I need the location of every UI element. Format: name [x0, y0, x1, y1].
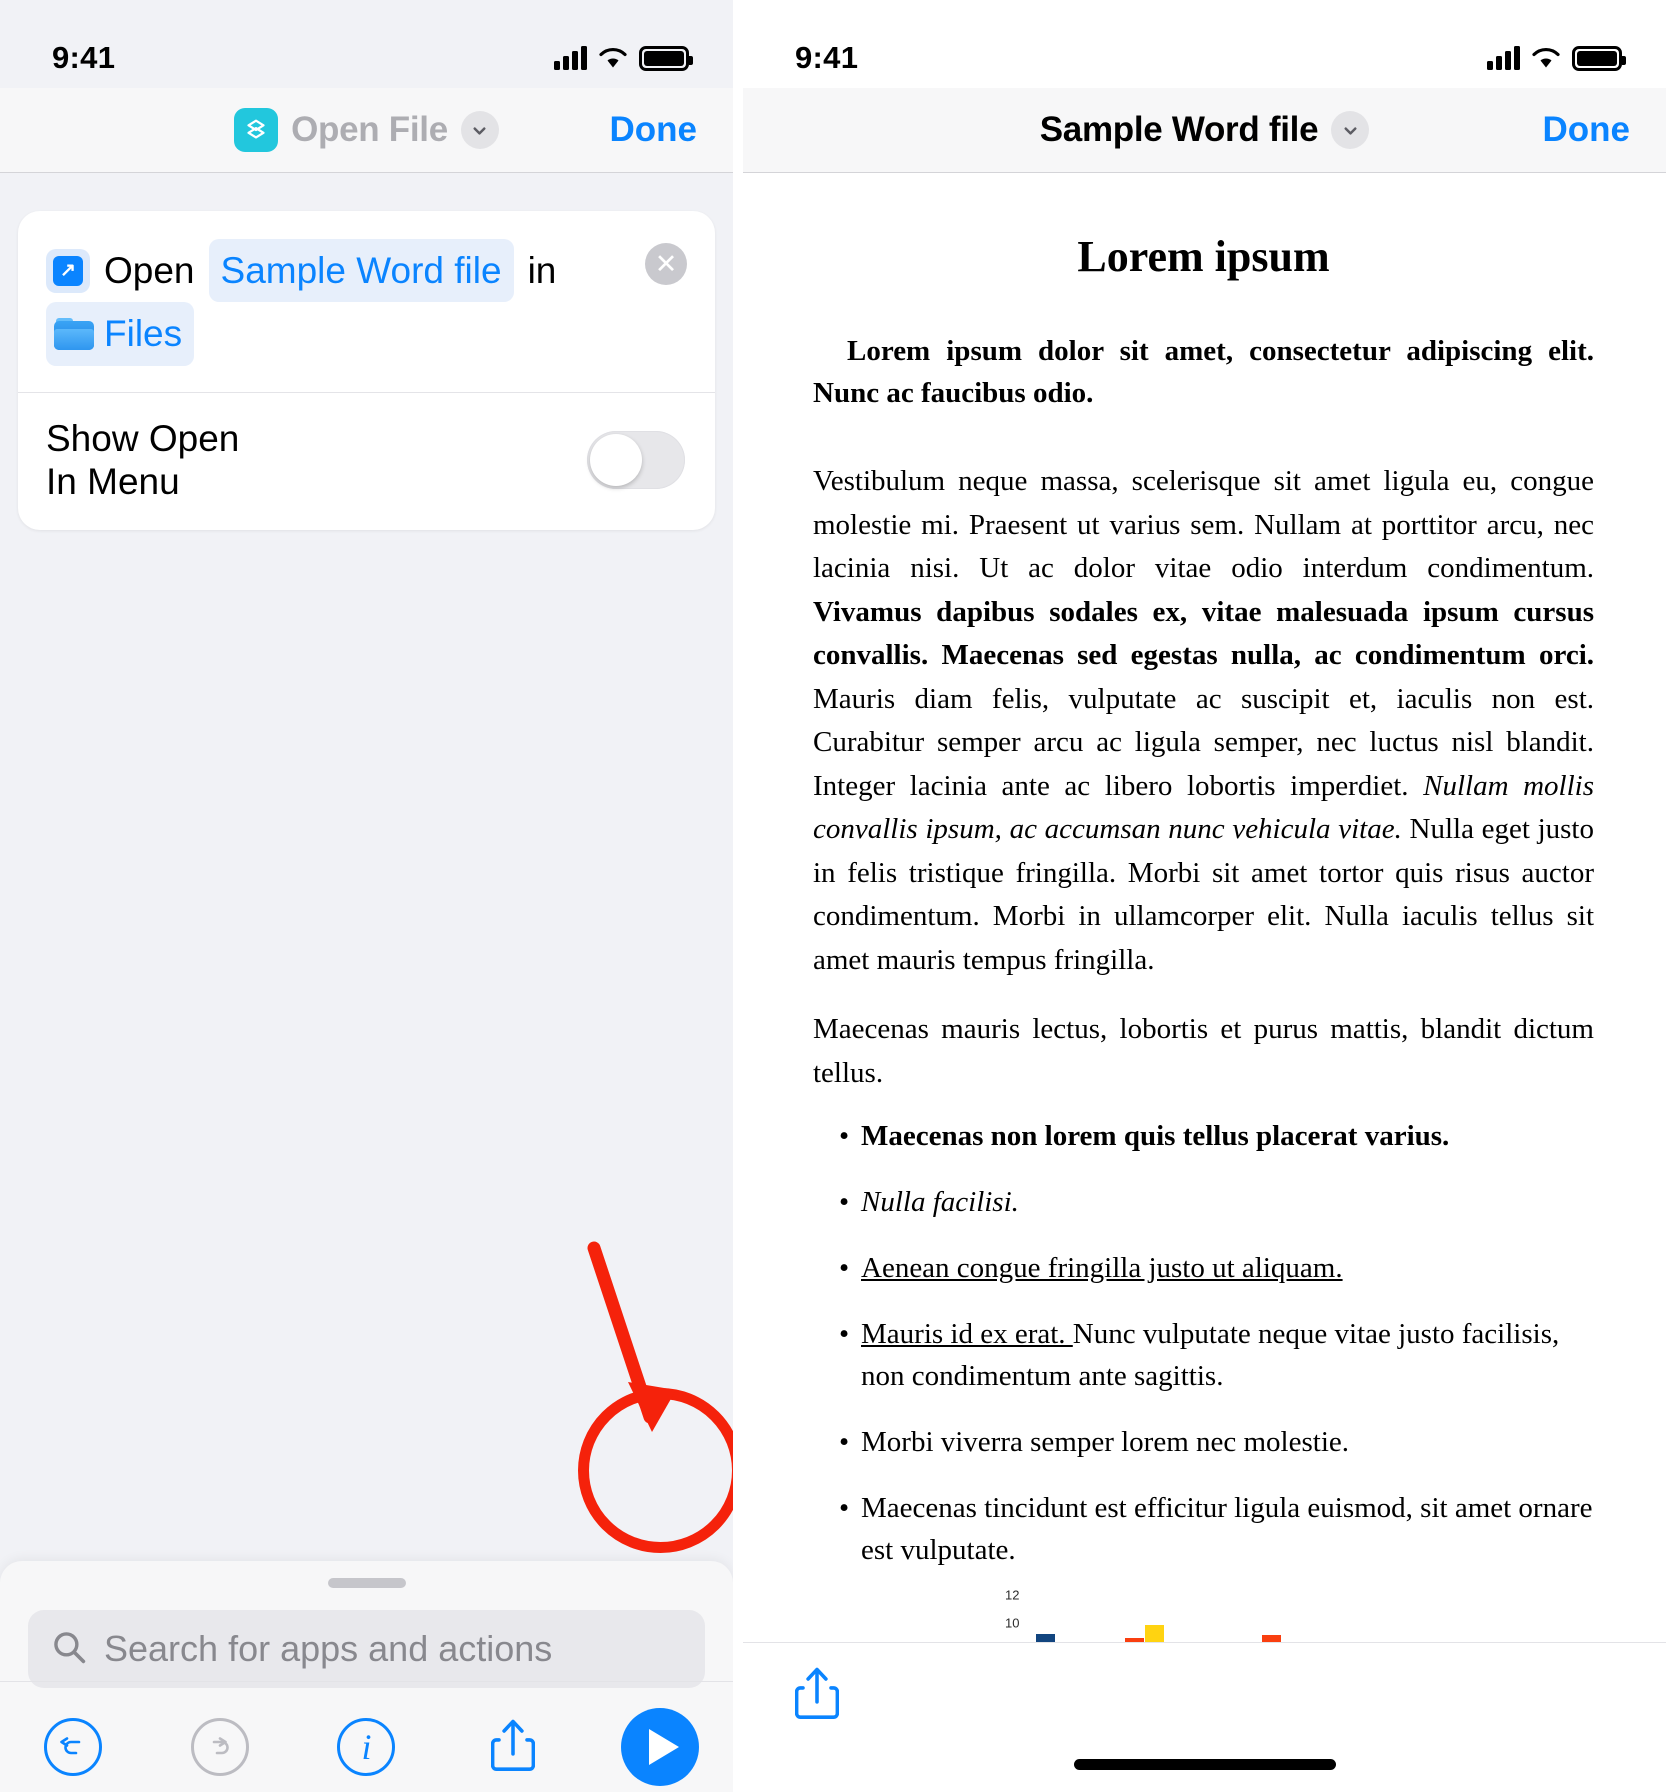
chart-bar [1144, 1625, 1164, 1643]
open-in-app-icon: ↗ [46, 248, 90, 293]
share-icon [490, 1717, 536, 1778]
wifi-icon [598, 47, 628, 69]
search-placeholder: Search for apps and actions [104, 1628, 553, 1669]
bullet-item: Aenean congue fringilla justo ut aliquam… [839, 1247, 1594, 1289]
quicklook-document-screen: 9:41 Sample Word file Done Lorem ipsum L… [743, 0, 1666, 1792]
bullet-item: Nulla facilisi. [839, 1181, 1594, 1223]
chevron-down-icon[interactable] [1331, 111, 1370, 149]
annotation-circle [578, 1388, 733, 1553]
search-input[interactable]: Search for apps and actions [28, 1610, 705, 1688]
bullet-item: Morbi viverra semper lorem nec molestie. [839, 1421, 1594, 1463]
status-time: 9:41 [52, 40, 116, 75]
chart-bar-group [1105, 1595, 1164, 1643]
close-circle-icon[interactable]: ✕ [645, 243, 687, 285]
status-time-right: 9:41 [795, 40, 859, 75]
nav-divider [0, 172, 733, 173]
status-indicators [554, 45, 693, 71]
battery-icon [1572, 45, 1626, 71]
document-bullet-list: Maecenas non lorem quis tellus placerat … [839, 1115, 1594, 1571]
cellular-bars-icon [554, 45, 587, 70]
done-button-right[interactable]: Done [1543, 110, 1631, 150]
chart-y-axis: 024681012 [984, 1588, 1026, 1643]
chart-y-tick: 10 [1005, 1615, 1020, 1631]
action-conjunction: in [527, 250, 557, 291]
editor-toolbar: i [0, 1681, 733, 1792]
app-token-label: Files [104, 313, 183, 355]
undo-button[interactable] [0, 1704, 147, 1790]
done-button[interactable]: Done [610, 110, 698, 150]
play-icon [620, 1708, 699, 1786]
action-row[interactable]: ↗ Open Sample Word file in Files ✕ [18, 211, 715, 392]
files-folder-icon [54, 318, 94, 351]
dual-screenshot: 9:41 Open File Done ↗ Open Sample Word f… [0, 0, 1666, 1792]
action-card-open-file[interactable]: ↗ Open Sample Word file in Files ✕ Show … [18, 211, 715, 530]
document-page: Lorem ipsum Lorem ipsum dolor sit amet, … [743, 173, 1666, 1643]
battery-icon [639, 45, 693, 71]
page-title-right: Sample Word file [1039, 110, 1319, 149]
nav-bar-right: Sample Word file Done [743, 88, 1666, 172]
chart-bar-group [1036, 1595, 1095, 1643]
shortcut-editor-screen: 9:41 Open File Done ↗ Open Sample Word f… [0, 0, 733, 1792]
nav-title-group[interactable]: Open File [234, 108, 499, 152]
document-lead-paragraph: Lorem ipsum dolor sit amet, consectetur … [813, 335, 1594, 410]
page-title: Open File [291, 110, 448, 149]
redo-button[interactable] [147, 1704, 294, 1790]
show-open-in-menu-row[interactable]: Show Open In Menu [18, 393, 715, 530]
embedded-bar-chart: 024681012 Row 1Row 2Row 3Row 4 Column 1C… [813, 1588, 1594, 1643]
chart-bar-group [1173, 1595, 1232, 1643]
chart-bar-group [1242, 1595, 1301, 1643]
nav-title-group-right[interactable]: Sample Word file [1040, 110, 1370, 150]
drag-handle[interactable] [327, 1578, 406, 1588]
search-icon [52, 1630, 86, 1669]
home-indicator-right [1073, 1759, 1336, 1770]
chart-y-tick: 12 [1005, 1587, 1020, 1603]
document-paragraph-2: Maecenas mauris lectus, lobortis et puru… [813, 1013, 1594, 1089]
share-button-right[interactable] [794, 1665, 840, 1726]
wifi-icon [1531, 47, 1561, 69]
toggle-label-line2: In Menu [46, 461, 180, 503]
screen-gap [733, 0, 743, 1792]
cellular-bars-icon [1487, 45, 1520, 70]
show-open-in-menu-toggle[interactable] [587, 431, 685, 490]
status-bar-right: 9:41 [743, 0, 1666, 88]
status-indicators-right [1487, 45, 1626, 71]
redo-icon [190, 1718, 249, 1776]
toggle-label-line1: Show Open [46, 417, 240, 459]
document-viewport[interactable]: Lorem ipsum Lorem ipsum dolor sit amet, … [743, 173, 1666, 1643]
file-token[interactable]: Sample Word file [208, 239, 514, 303]
chart-plot-area [1032, 1595, 1306, 1643]
run-play-button[interactable] [586, 1704, 733, 1790]
bullet-item: Maecenas tincidunt est efficitur ligula … [839, 1487, 1594, 1571]
shortcuts-icon [234, 108, 279, 152]
chevron-down-icon[interactable] [460, 111, 499, 149]
toggle-label: Show Open In Menu [46, 417, 239, 504]
action-verb: Open [104, 250, 195, 291]
chart-canvas: 024681012 Row 1Row 2Row 3Row 4 Column 1C… [984, 1588, 1424, 1643]
nav-bar-left: Open File Done [0, 88, 733, 172]
app-token[interactable]: Files [46, 302, 195, 366]
undo-icon [44, 1718, 103, 1776]
bullet-item: Mauris id ex erat. Nunc vulputate neque … [839, 1313, 1594, 1397]
bullet-item: Maecenas non lorem quis tellus placerat … [839, 1115, 1594, 1157]
share-button-left[interactable] [440, 1704, 587, 1790]
document-heading: Lorem ipsum [1077, 232, 1330, 281]
info-icon: i [337, 1718, 396, 1776]
toggle-knob [590, 434, 642, 487]
shortcut-editor-body: ↗ Open Sample Word file in Files ✕ Show … [0, 211, 733, 1792]
status-bar-left: 9:41 [0, 0, 733, 88]
info-button[interactable]: i [293, 1704, 440, 1790]
document-paragraph-1: Vestibulum neque massa, scelerisque sit … [813, 465, 1594, 976]
